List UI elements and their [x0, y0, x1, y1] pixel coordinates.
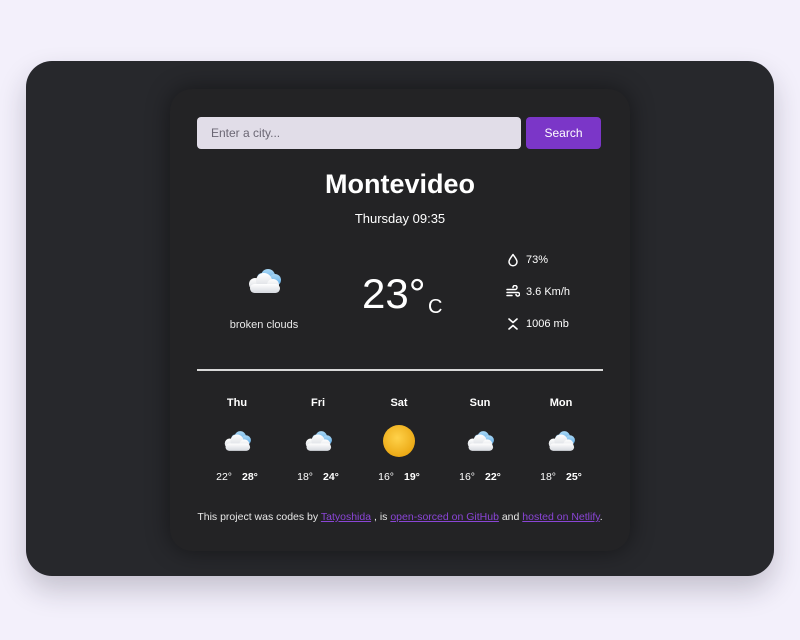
city-search-input[interactable] — [197, 117, 521, 149]
forecast-row: Thu 22° 28° Fri 18° 24° Sat 16° 19° Sun 16°… — [197, 397, 603, 487]
footer-prefix: This project was codes by — [197, 511, 321, 523]
forecast-day: Sun 16° 22° — [440, 397, 520, 483]
forecast-day-name: Mon — [549, 397, 573, 409]
broken-clouds-icon — [242, 264, 286, 298]
pressure-icon — [508, 318, 518, 330]
humidity-value: 73% — [526, 254, 549, 266]
forecast-min-temp: 16° — [459, 471, 475, 483]
forecast-day-name: Fri — [310, 397, 326, 409]
temperature-unit[interactable]: C — [428, 296, 442, 319]
cloud-icon — [543, 425, 579, 457]
forecast-day: Thu 22° 28° — [197, 397, 277, 483]
netlify-link[interactable]: hosted on Netlify — [522, 511, 599, 523]
wind-icon — [506, 285, 520, 297]
humidity-stat: 73% — [506, 250, 548, 270]
forecast-min-temp: 18° — [540, 471, 556, 483]
forecast-day: Fri 18° 24° — [278, 397, 358, 483]
author-link[interactable]: Tatyoshida — [321, 511, 371, 523]
search-button[interactable]: Search — [526, 117, 601, 149]
forecast-max-temp: 19° — [404, 471, 420, 483]
cloud-icon — [300, 425, 336, 457]
footer-suffix: . — [599, 511, 603, 523]
forecast-max-temp: 28° — [242, 471, 258, 483]
city-name: Montevideo — [324, 169, 475, 199]
footer-and: and — [498, 511, 523, 523]
pressure-value: 1006 mb — [526, 318, 569, 330]
current-datetime: Thursday 09:35 — [354, 211, 446, 226]
cloud-icon — [462, 425, 498, 457]
weather-card: Search Montevideo Thursday 09:35 broken … — [170, 89, 630, 551]
forecast-day-name: Sat — [390, 397, 408, 409]
forecast-max-temp: 22° — [485, 471, 501, 483]
current-temperature: 23° — [362, 270, 426, 317]
cloud-icon — [219, 425, 255, 457]
sun-icon — [381, 425, 417, 457]
forecast-min-temp: 18° — [297, 471, 313, 483]
pressure-stat: 1006 mb — [506, 314, 569, 334]
forecast-max-temp: 24° — [323, 471, 339, 483]
humidity-drop-icon — [508, 253, 518, 267]
forecast-day-name: Thu — [226, 397, 248, 409]
divider — [197, 369, 603, 371]
forecast-day: Mon 18° 25° — [521, 397, 601, 483]
forecast-min-temp: 16° — [378, 471, 394, 483]
weather-description: broken clouds — [229, 319, 299, 331]
forecast-day: Sat 16° 19° — [359, 397, 439, 483]
forecast-day-name: Sun — [469, 397, 491, 409]
github-link[interactable]: open-sorced on GitHub — [390, 511, 499, 523]
footer-credits: This project was codes by Tatyoshida , i… — [170, 511, 630, 523]
forecast-max-temp: 25° — [566, 471, 582, 483]
forecast-min-temp: 22° — [216, 471, 232, 483]
footer-middle: , is — [371, 511, 391, 523]
wind-stat: 3.6 Km/h — [506, 282, 570, 302]
wind-value: 3.6 Km/h — [526, 286, 571, 298]
